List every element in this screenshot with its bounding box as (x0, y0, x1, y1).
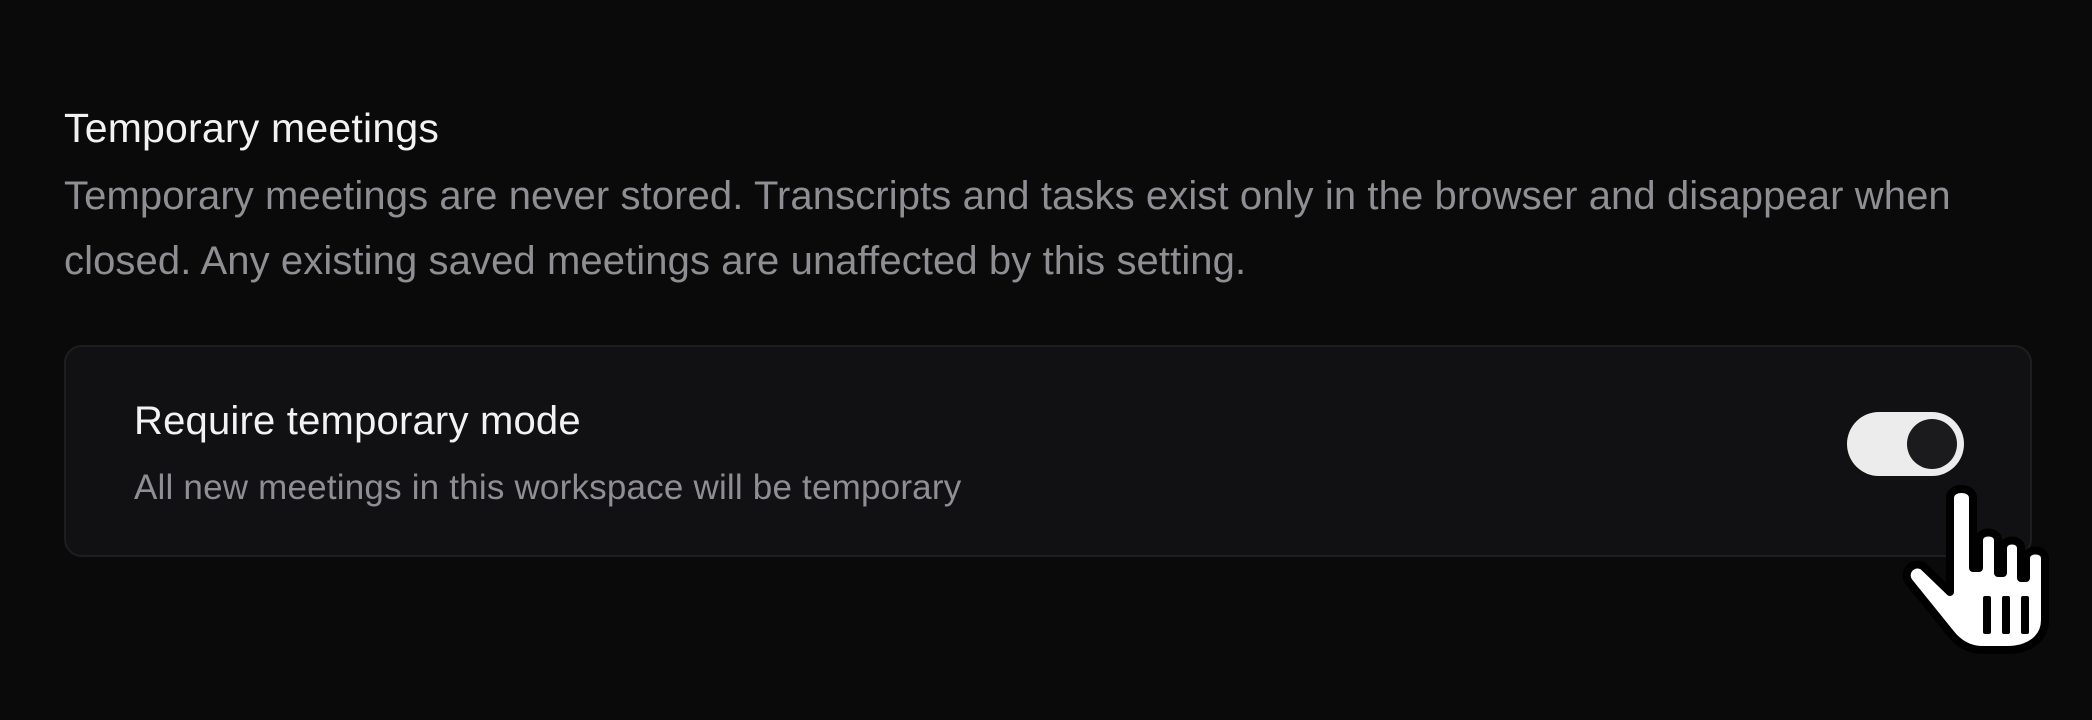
section-description: Temporary meetings are never stored. Tra… (64, 174, 1951, 283)
require-temporary-mode-card: Require temporary mode All new meetings … (64, 345, 2032, 557)
require-temporary-mode-toggle[interactable] (1847, 412, 1964, 476)
temporary-meetings-section: Temporary meetings Temporary meetings ar… (64, 100, 2034, 294)
section-title: Temporary meetings (64, 105, 440, 151)
setting-description: All new meetings in this workspace will … (134, 468, 962, 507)
setting-label: Require temporary mode (134, 399, 581, 443)
toggle-knob (1907, 419, 1957, 469)
